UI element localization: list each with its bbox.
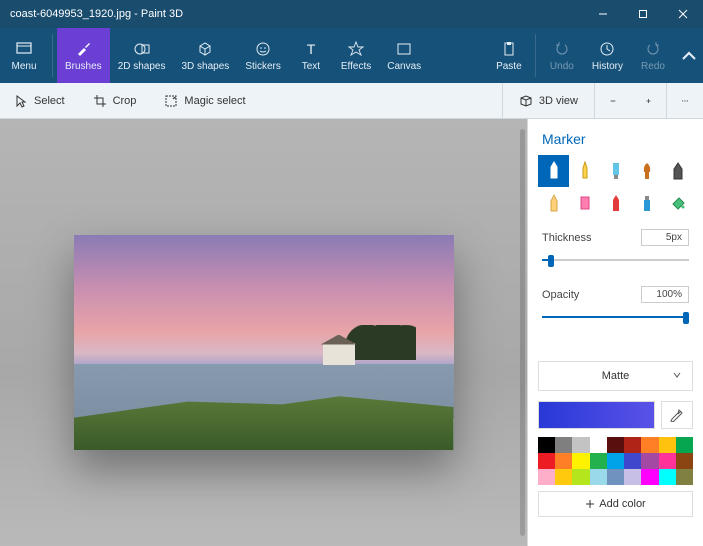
brush-calligraphy[interactable] [569,155,600,187]
palette-color[interactable] [607,437,624,453]
maximize-button[interactable] [623,0,663,28]
paste-button[interactable]: Paste [487,28,531,83]
thickness-section: Thickness 5px [528,219,703,250]
palette-color[interactable] [607,453,624,469]
palette-color[interactable] [572,453,589,469]
palette-color[interactable] [624,453,641,469]
brush-spray[interactable] [631,187,662,219]
side-panel: Marker Thickness 5px Opacity 100% [527,119,703,546]
more-options-button[interactable] [667,83,703,118]
palette-color[interactable] [590,469,607,485]
palette-color[interactable] [676,469,693,485]
material-dropdown[interactable]: Matte [538,361,693,391]
crop-tool[interactable]: Crop [79,83,151,118]
title-bar: coast-6049953_1920.jpg - Paint 3D [0,0,703,28]
text-tab[interactable]: T Text [289,28,333,83]
palette-color[interactable] [659,453,676,469]
palette-color[interactable] [676,437,693,453]
shapes-2d-tab[interactable]: 2D shapes [110,28,174,83]
palette-color[interactable] [641,437,658,453]
brush-watercolor[interactable] [631,155,662,187]
svg-text:T: T [307,41,316,57]
brush-fill[interactable] [662,187,693,219]
undo-button[interactable]: Undo [540,28,584,83]
thickness-value[interactable]: 5px [641,229,689,246]
opacity-section: Opacity 100% [528,276,703,307]
palette-color[interactable] [624,437,641,453]
brush-oil[interactable] [600,155,631,187]
chevron-down-icon [672,370,682,383]
opacity-slider[interactable] [542,309,689,325]
palette-color[interactable] [555,437,572,453]
zoom-in-button[interactable] [631,83,667,118]
palette-color[interactable] [538,453,555,469]
palette-color[interactable] [590,437,607,453]
brush-pixel[interactable] [662,155,693,187]
close-button[interactable] [663,0,703,28]
brush-marker[interactable] [538,155,569,187]
thickness-slider[interactable] [542,252,689,268]
palette-color[interactable] [572,437,589,453]
brush-eraser[interactable] [569,187,600,219]
shapes-3d-tab[interactable]: 3D shapes [174,28,238,83]
stickers-tab[interactable]: Stickers [237,28,289,83]
view-3d-button[interactable]: 3D view [502,83,595,118]
brush-pencil[interactable] [538,187,569,219]
magic-select-tool[interactable]: Magic select [150,83,259,118]
palette-color[interactable] [538,469,555,485]
brush-grid [528,155,703,219]
palette-color[interactable] [641,469,658,485]
vertical-scrollbar[interactable] [520,129,525,536]
ribbon: Menu Brushes 2D shapes 3D shapes Sticker… [0,28,703,83]
canvas-tab[interactable]: Canvas [379,28,429,83]
effects-tab[interactable]: Effects [333,28,379,83]
canvas-image[interactable] [74,235,454,450]
palette-color[interactable] [590,453,607,469]
zoom-out-button[interactable] [595,83,631,118]
color-palette [538,437,693,485]
expand-ribbon-button[interactable] [675,28,703,83]
history-button[interactable]: History [584,28,631,83]
opacity-value[interactable]: 100% [641,286,689,303]
window-title: coast-6049953_1920.jpg - Paint 3D [10,8,183,20]
palette-color[interactable] [555,469,572,485]
panel-title: Marker [528,119,703,155]
toolbar: Select Crop Magic select 3D view [0,83,703,119]
opacity-label: Opacity [542,289,579,301]
palette-color[interactable] [676,453,693,469]
canvas-area[interactable] [0,119,527,546]
add-color-button[interactable]: Add color [538,491,693,517]
minimize-button[interactable] [583,0,623,28]
palette-color[interactable] [659,469,676,485]
palette-color[interactable] [538,437,555,453]
redo-button[interactable]: Redo [631,28,675,83]
palette-color[interactable] [641,453,658,469]
brushes-tab[interactable]: Brushes [57,28,110,83]
palette-color[interactable] [659,437,676,453]
menu-button[interactable]: Menu [0,28,48,83]
palette-color[interactable] [607,469,624,485]
palette-color[interactable] [572,469,589,485]
thickness-label: Thickness [542,232,592,244]
brush-crayon[interactable] [600,187,631,219]
current-color-swatch[interactable] [538,401,655,429]
eyedropper-button[interactable] [661,401,693,429]
palette-color[interactable] [624,469,641,485]
palette-color[interactable] [555,453,572,469]
select-tool[interactable]: Select [0,83,79,118]
